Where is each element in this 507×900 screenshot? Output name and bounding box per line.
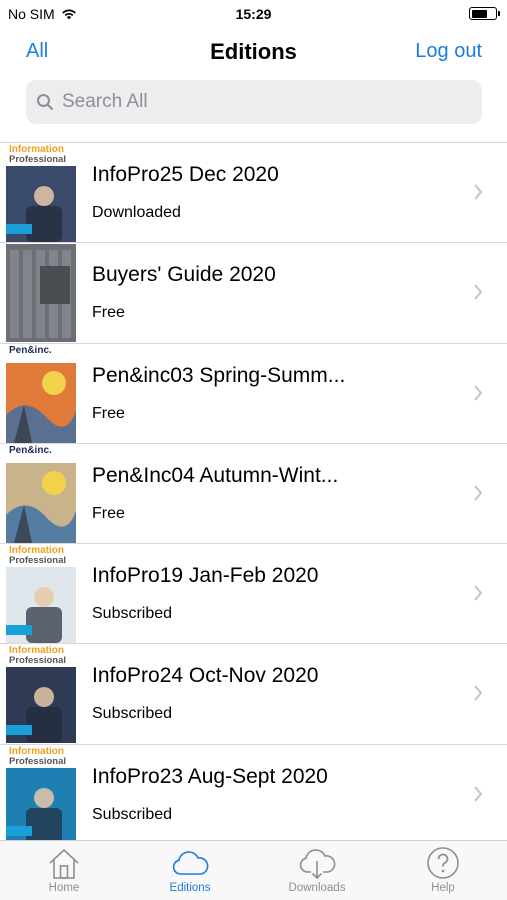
log-out-button[interactable]: Log out — [415, 40, 482, 63]
chevron-right-icon — [474, 585, 483, 601]
edition-title: Pen&Inc04 Autumn-Wint... — [92, 463, 339, 487]
edition-status: Subscribed — [92, 705, 173, 723]
edition-row[interactable]: Pen&inc. Pen&inc03 Spring-Summ... Free — [0, 344, 507, 444]
edition-cover-image: Pen&inc. — [6, 344, 76, 443]
chevron-right-icon — [474, 384, 483, 401]
edition-row[interactable]: Information Professional InfoPro24 Oct-Nov… — [0, 644, 507, 745]
chevron-right-icon — [474, 685, 483, 702]
tab-help-label: Help — [431, 882, 455, 894]
search-bar[interactable] — [26, 80, 482, 124]
cover-masthead-sub: Professional — [9, 154, 67, 165]
edition-title: Pen&inc03 Spring-Summ... — [92, 363, 346, 387]
battery-icon — [469, 7, 500, 20]
tab-editions[interactable]: Editions — [145, 846, 235, 894]
tab-downloads-label: Downloads — [288, 882, 346, 894]
tab-help[interactable]: Help — [398, 846, 488, 894]
edition-title: InfoPro25 Dec 2020 — [92, 163, 279, 186]
edition-row[interactable]: Pen&inc. Pen&Inc04 Autumn-Wint... Free — [0, 444, 507, 545]
chevron-right-icon — [474, 284, 483, 300]
edition-row[interactable]: Information Professional InfoPro25 Dec 202… — [0, 143, 507, 244]
question-circle-icon — [427, 847, 459, 879]
chevron-right-icon — [474, 485, 483, 501]
edition-cover-image: Information Professional — [6, 645, 76, 744]
edition-cover-image: Information Professional — [6, 545, 76, 644]
edition-status: Subscribed — [92, 805, 173, 823]
cover-masthead-sub: Professional — [9, 555, 67, 567]
edition-status: Free — [92, 404, 125, 422]
edition-title: InfoPro23 Aug-Sept 2020 — [92, 764, 328, 788]
edition-status: Subscribed — [92, 605, 173, 623]
edition-cover-image: Information Professional — [6, 745, 76, 844]
edition-row[interactable]: Buyers' Guide 2020 Free — [0, 243, 507, 344]
edition-cover-image — [6, 244, 76, 343]
edition-cover-image: Pen&inc. — [6, 444, 76, 543]
status-bar: No SIM 15:29 — [0, 0, 507, 28]
edition-title: InfoPro24 Oct-Nov 2020 — [92, 664, 319, 688]
tab-home[interactable]: Home — [19, 846, 109, 894]
navigation-bar: All Editions Log out — [0, 32, 507, 76]
tab-downloads[interactable]: Downloads — [272, 846, 362, 894]
cover-masthead-sub: Professional — [9, 655, 67, 667]
search-icon — [37, 94, 53, 110]
tab-home-label: Home — [48, 882, 80, 894]
cloud-icon — [172, 851, 209, 875]
search-input[interactable] — [62, 91, 462, 113]
chevron-right-icon — [474, 184, 483, 200]
status-time: 15:29 — [235, 6, 272, 22]
cover-masthead: Pen&inc. — [9, 344, 52, 356]
edition-title: Buyers' Guide 2020 — [92, 263, 276, 287]
edition-status: Downloaded — [92, 204, 181, 221]
chevron-right-icon — [474, 786, 483, 802]
edition-title: InfoPro19 Jan-Feb 2020 — [92, 564, 319, 588]
cloud-download-icon — [299, 849, 336, 880]
edition-row[interactable]: Information Professional InfoPro23 Aug-Sep… — [0, 745, 507, 846]
edition-status: Free — [92, 504, 125, 522]
editions-list: Information Professional InfoPro25 Dec 202… — [0, 143, 507, 846]
edition-row[interactable]: Information Professional InfoPro19 Jan-Feb… — [0, 544, 507, 645]
tab-bar: Home Editions Downloads Help — [0, 840, 507, 900]
cover-masthead: Pen&inc. — [9, 444, 52, 456]
edition-cover-image: Information Professional — [6, 144, 76, 242]
edition-status: Free — [92, 304, 125, 322]
cover-masthead-sub: Professional — [9, 755, 67, 767]
tab-editions-label: Editions — [169, 882, 211, 894]
house-icon — [49, 848, 79, 879]
